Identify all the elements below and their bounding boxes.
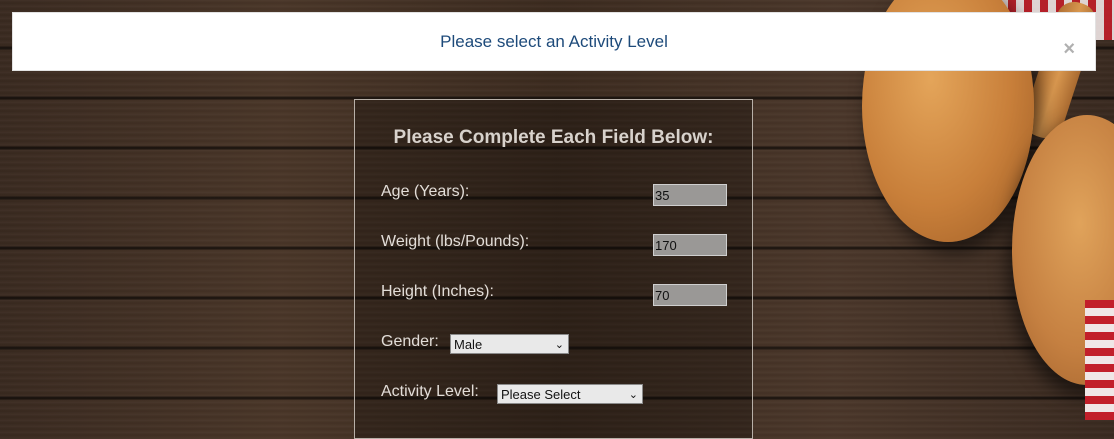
activity-selected-value: Please Select bbox=[501, 386, 581, 402]
activity-level-select[interactable]: Please Select ⌄ bbox=[497, 384, 643, 404]
gender-label: Gender: bbox=[381, 333, 439, 350]
checkered-cloth-decoration-2 bbox=[1085, 300, 1114, 420]
activity-label: Activity Level: bbox=[381, 383, 479, 400]
weight-input[interactable]: 170 bbox=[653, 234, 727, 256]
form-title: Please Complete Each Field Below: bbox=[393, 127, 714, 148]
height-input[interactable]: 70 bbox=[653, 284, 727, 306]
alert-banner: Please select an Activity Level × bbox=[12, 12, 1096, 71]
chevron-down-icon: ⌄ bbox=[628, 389, 638, 401]
age-input[interactable]: 35 bbox=[653, 184, 727, 206]
gender-selected-value: Male bbox=[454, 336, 483, 352]
alert-message: Please select an Activity Level bbox=[440, 31, 668, 51]
gender-select[interactable]: Male ⌄ bbox=[450, 334, 569, 354]
height-label: Height (Inches): bbox=[381, 283, 494, 300]
close-icon[interactable]: × bbox=[1063, 39, 1075, 59]
weight-label: Weight (lbs/Pounds): bbox=[381, 233, 530, 250]
age-label: Age (Years): bbox=[381, 183, 470, 200]
chevron-down-icon: ⌄ bbox=[554, 339, 564, 351]
calculator-form: Please Complete Each Field Below: Age (Y… bbox=[354, 99, 753, 439]
